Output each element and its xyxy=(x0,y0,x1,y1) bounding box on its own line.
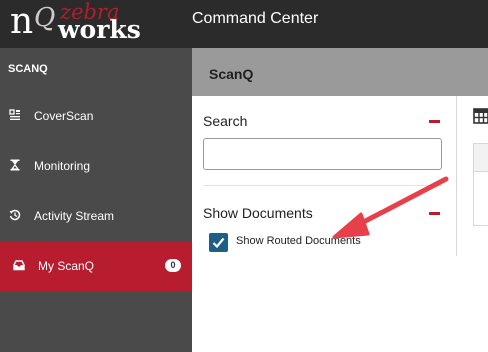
collapse-search-icon[interactable] xyxy=(429,120,440,123)
hourglass-icon xyxy=(10,159,20,171)
search-section-title: Search xyxy=(203,113,248,129)
search-input[interactable] xyxy=(203,138,442,170)
table-header-row xyxy=(474,144,488,172)
section-divider xyxy=(203,185,442,186)
results-area xyxy=(457,96,488,352)
filter-panel: Search Show Documents Show Routed Docume… xyxy=(192,96,456,352)
sidebar-item-label: My ScanQ xyxy=(38,259,95,273)
sidebar: SCANQ CoverScan Monitoring Activity Stre… xyxy=(0,48,192,352)
show-documents-section-title: Show Documents xyxy=(203,205,313,221)
nqzebra-works-logo[interactable]: n Q zebra works xyxy=(8,0,141,48)
show-routed-documents-checkbox[interactable] xyxy=(209,233,228,252)
sidebar-item-label: Monitoring xyxy=(34,159,91,173)
sidebar-item-monitoring[interactable]: Monitoring xyxy=(0,142,192,192)
sidebar-section-label: SCANQ xyxy=(8,63,48,75)
checkmark-icon xyxy=(212,237,225,249)
page-header: ScanQ xyxy=(192,48,488,96)
collapse-show-documents-icon[interactable] xyxy=(429,212,440,215)
logo-letter-n: n xyxy=(10,1,34,42)
app-title: Command Center xyxy=(192,10,319,27)
top-bar: n Q zebra works Command Center xyxy=(0,0,488,48)
history-icon xyxy=(9,209,21,221)
results-table xyxy=(473,143,488,226)
sidebar-item-activity-stream[interactable]: Activity Stream xyxy=(0,192,192,242)
sidebar-item-coverscan[interactable]: CoverScan xyxy=(0,92,192,142)
table-view-icon[interactable] xyxy=(473,108,488,124)
show-routed-documents-label[interactable]: Show Routed Documents xyxy=(236,235,361,247)
sidebar-item-my-scanq[interactable]: My ScanQ 0 xyxy=(0,242,192,292)
sidebar-section-header: SCANQ xyxy=(0,48,192,92)
count-badge: 0 xyxy=(165,259,181,272)
coverscan-icon xyxy=(9,109,20,120)
logo-letter-q: Q xyxy=(34,3,56,33)
sidebar-item-label: Activity Stream xyxy=(34,209,115,223)
page-title: ScanQ xyxy=(209,66,254,82)
sidebar-item-label: CoverScan xyxy=(34,109,94,123)
logo-works-text: works xyxy=(58,15,141,44)
inbox-icon xyxy=(13,260,25,271)
